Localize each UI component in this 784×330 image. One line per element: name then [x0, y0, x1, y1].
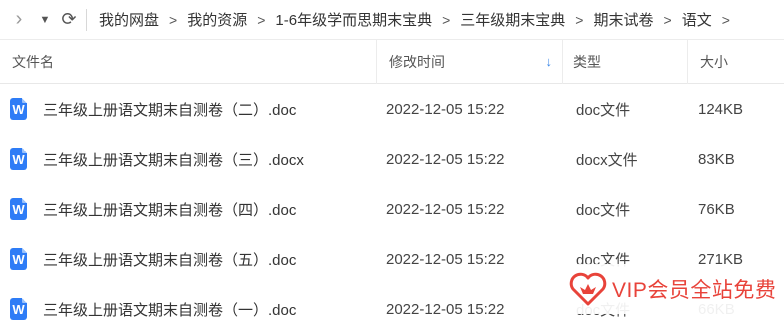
vip-heart-crown-icon	[569, 272, 607, 306]
file-name-cell: W 三年级上册语文期末自测卷（四）.doc	[0, 198, 376, 220]
file-type: doc文件	[576, 101, 631, 119]
file-name[interactable]: 三年级上册语文期末自测卷（五）.doc	[43, 249, 296, 270]
column-header-size[interactable]: 大小	[687, 39, 784, 84]
file-name[interactable]: 三年级上册语文期末自测卷（三）.docx	[43, 149, 304, 170]
file-modified-date: 2022-12-05 15:22	[386, 150, 505, 168]
toolbar-divider	[86, 8, 87, 31]
file-name-cell: W 三年级上册语文期末自测卷（一）.doc	[0, 298, 376, 320]
breadcrumb-expand-arrow[interactable]: >	[716, 12, 736, 28]
file-modified-date: 2022-12-05 15:22	[386, 200, 505, 218]
vip-watermark: VIP会员全站免费	[562, 264, 784, 314]
column-header-type[interactable]: 类型	[562, 39, 687, 84]
file-name-cell: W 三年级上册语文期末自测卷（三）.docx	[0, 148, 376, 170]
column-header-name[interactable]: 文件名	[0, 40, 376, 84]
sort-descending-icon: ↓	[545, 53, 553, 69]
file-list-header: 文件名 修改时间 ↓ 类型 大小	[0, 39, 784, 84]
breadcrumb-separator: >	[257, 11, 266, 28]
file-row[interactable]: W 三年级上册语文期末自测卷（三）.docx 2022-12-05 15:22 …	[0, 134, 784, 184]
file-name-cell: W 三年级上册语文期末自测卷（二）.doc	[0, 98, 376, 120]
column-header-name-label: 文件名	[12, 53, 54, 70]
file-modified-date: 2022-12-05 15:22	[386, 250, 505, 268]
file-type: doc文件	[576, 201, 631, 219]
file-size: 83KB	[698, 150, 735, 168]
file-row[interactable]: W 三年级上册语文期末自测卷（四）.doc 2022-12-05 15:22 d…	[0, 184, 784, 234]
file-name[interactable]: 三年级上册语文期末自测卷（一）.doc	[43, 299, 296, 320]
file-type: docx文件	[576, 151, 638, 169]
file-row[interactable]: W 三年级上册语文期末自测卷（二）.doc 2022-12-05 15:22 d…	[0, 84, 784, 134]
word-doc-icon: W	[10, 98, 27, 120]
file-name[interactable]: 三年级上册语文期末自测卷（二）.doc	[43, 99, 296, 120]
breadcrumb-item-chinese[interactable]: 语文	[678, 9, 716, 30]
file-name[interactable]: 三年级上册语文期末自测卷（四）.doc	[43, 199, 296, 220]
breadcrumb-item-my-resources[interactable]: 我的资源	[183, 9, 251, 30]
column-header-date-label: 修改时间	[389, 53, 445, 70]
breadcrumb-separator: >	[442, 11, 451, 28]
path-bar: › ▼ ⟳ 我的网盘 > 我的资源 > 1-6年级学而思期末宝典 > 三年级期末…	[0, 0, 784, 40]
refresh-icon[interactable]: ⟳	[56, 0, 82, 40]
breadcrumb-separator: >	[663, 11, 672, 28]
column-header-size-label: 大小	[700, 53, 728, 70]
breadcrumb-separator: >	[575, 11, 584, 28]
file-name-cell: W 三年级上册语文期末自测卷（五）.doc	[0, 248, 376, 270]
breadcrumb: 我的网盘 > 我的资源 > 1-6年级学而思期末宝典 > 三年级期末宝典 > 期…	[95, 9, 736, 30]
file-size: 76KB	[698, 200, 735, 218]
file-modified-date: 2022-12-05 15:22	[386, 300, 505, 318]
breadcrumb-separator: >	[169, 11, 178, 28]
breadcrumb-item-grade-collection[interactable]: 1-6年级学而思期末宝典	[271, 9, 436, 30]
word-doc-icon: W	[10, 298, 27, 320]
column-header-date[interactable]: 修改时间 ↓	[376, 39, 562, 84]
file-modified-date: 2022-12-05 15:22	[386, 100, 505, 118]
column-header-type-label: 类型	[573, 53, 601, 70]
file-size: 124KB	[698, 100, 744, 118]
forward-icon[interactable]: ›	[4, 0, 34, 40]
breadcrumb-item-my-drive[interactable]: 我的网盘	[95, 9, 163, 30]
word-doc-icon: W	[10, 148, 27, 170]
word-doc-icon: W	[10, 248, 27, 270]
breadcrumb-item-grade3[interactable]: 三年级期末宝典	[456, 9, 569, 30]
history-dropdown-icon[interactable]: ▼	[34, 0, 56, 40]
breadcrumb-item-final-exams[interactable]: 期末试卷	[589, 9, 657, 30]
word-doc-icon: W	[10, 198, 27, 220]
vip-watermark-text: VIP会员全站免费	[612, 279, 777, 302]
